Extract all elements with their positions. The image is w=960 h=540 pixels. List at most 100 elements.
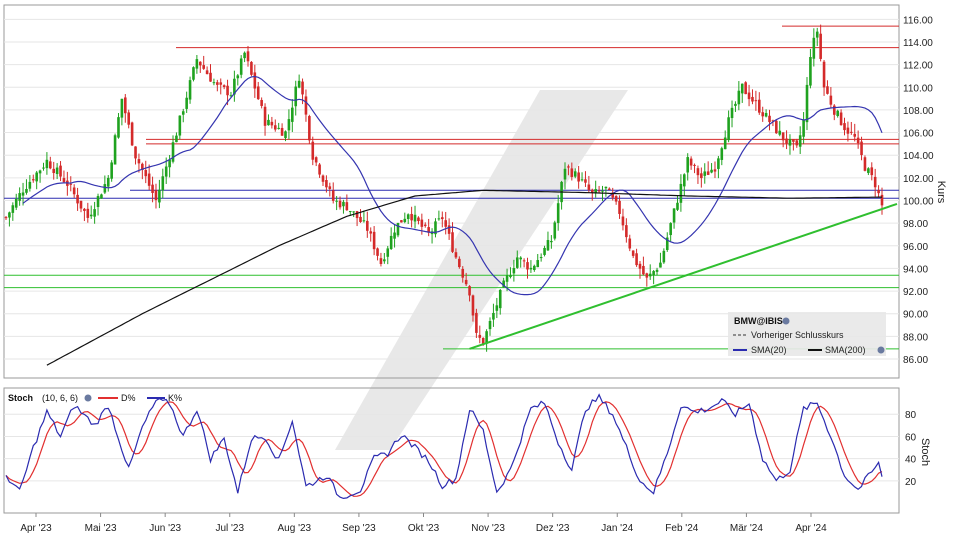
candle-body: [345, 202, 349, 211]
candle-body: [686, 157, 690, 173]
candle-body: [437, 218, 441, 220]
candle-body: [495, 305, 499, 311]
candle-body: [471, 295, 475, 316]
candle-body: [106, 177, 110, 187]
candle-body: [556, 203, 560, 223]
candle-body: [11, 205, 15, 213]
candle-body: [311, 141, 315, 160]
stoch-tick-label: 60: [905, 432, 917, 443]
candle-body: [498, 289, 502, 309]
candle-body: [185, 97, 188, 109]
candle-body: [134, 146, 137, 159]
stoch-settings-icon[interactable]: [84, 394, 92, 402]
candle-body: [768, 115, 771, 123]
date-tick-label: Feb '24: [665, 523, 698, 534]
candle-body: [89, 214, 93, 217]
candle-body: [222, 85, 226, 88]
candle-body: [533, 265, 536, 271]
candle-body: [110, 162, 113, 179]
date-tick-label: Jun '23: [149, 523, 181, 534]
candle-body: [843, 123, 846, 131]
sma-settings-icon[interactable]: [877, 346, 885, 354]
candle-body: [447, 225, 451, 234]
candle-body: [580, 179, 584, 181]
candle-body: [72, 187, 76, 195]
candle-body: [597, 190, 601, 192]
candle-body: [788, 139, 792, 146]
price-tick-label: 112.00: [903, 61, 933, 72]
candle-body: [601, 190, 604, 192]
candle-body: [147, 173, 151, 186]
legend-sma200: SMA(200): [825, 345, 866, 355]
candle-body: [62, 178, 66, 183]
candle-body: [822, 61, 826, 88]
candle-body: [366, 220, 369, 231]
candle-body: [522, 260, 526, 262]
candle-body: [703, 171, 707, 176]
candle-body: [256, 86, 260, 100]
stoch-label: Stoch: [8, 393, 33, 403]
stock-chart: 86.00 88.00 90.00 92.00 94.00 96.00 98.00 100.0…: [3, 4, 947, 534]
candle-body: [103, 184, 107, 193]
candle-body: [515, 257, 519, 268]
candle-body: [856, 137, 860, 144]
candle-body: [260, 99, 263, 106]
candle-body: [171, 142, 175, 162]
candle-body: [294, 86, 298, 107]
candle-body: [96, 196, 100, 208]
candle-body: [202, 65, 205, 69]
stoch-lines: [5, 393, 883, 500]
candle-body: [413, 214, 417, 222]
candle-body: [178, 115, 182, 136]
candle-body: [151, 184, 154, 193]
candle-body: [403, 218, 407, 223]
candle-body: [137, 159, 141, 164]
price-tick-label: 102.00: [903, 174, 934, 185]
candle-body: [369, 231, 373, 234]
candle-body: [113, 135, 117, 165]
candle-body: [35, 172, 38, 182]
candle-body: [659, 262, 662, 268]
candle-body: [212, 82, 216, 84]
candle-body: [410, 213, 413, 221]
legend-sma20: SMA(20): [751, 345, 787, 355]
date-tick-label: Jul '23: [215, 523, 244, 534]
candle-body: [18, 193, 21, 201]
candle-body: [406, 214, 410, 219]
candle-body: [38, 170, 42, 174]
candle-body: [488, 320, 492, 330]
candle-body: [267, 119, 270, 126]
candle-body: [723, 137, 727, 150]
candle-body: [795, 140, 799, 146]
stoch-axis: 20 40 60 80: [905, 410, 917, 488]
price-tick-label: 92.00: [903, 287, 928, 298]
candle-body: [263, 106, 267, 126]
candle-body: [338, 200, 342, 208]
candle-body: [539, 257, 543, 259]
candle-body: [301, 81, 304, 95]
stoch-k-label: K%: [168, 393, 182, 403]
candle-body: [291, 107, 294, 122]
candle-body: [577, 172, 580, 182]
candle-body: [45, 159, 49, 169]
candle-body: [219, 82, 223, 85]
candle-body: [342, 201, 345, 207]
candle-body: [764, 113, 768, 117]
date-axis: Apr '23 Mai '23 Jun '23 Jul '23 Aug '23 Sep '…: [20, 513, 827, 534]
candle-body: [652, 271, 655, 276]
candle-body: [757, 99, 761, 113]
candle-body: [710, 169, 713, 173]
candle-body: [42, 167, 45, 169]
candle-body: [250, 61, 253, 75]
candle-body: [512, 268, 516, 274]
candle-body: [216, 82, 219, 85]
candle-body: [792, 139, 795, 142]
instrument-info-icon[interactable]: [782, 317, 790, 325]
candle-body: [618, 200, 621, 214]
price-axis: 86.00 88.00 90.00 92.00 94.00 96.00 98.00 100.0…: [903, 15, 934, 366]
candle-body: [246, 51, 250, 62]
candle-body: [192, 67, 195, 80]
candle-body: [243, 52, 246, 59]
candle-body: [400, 220, 403, 223]
candle-body: [297, 80, 301, 88]
